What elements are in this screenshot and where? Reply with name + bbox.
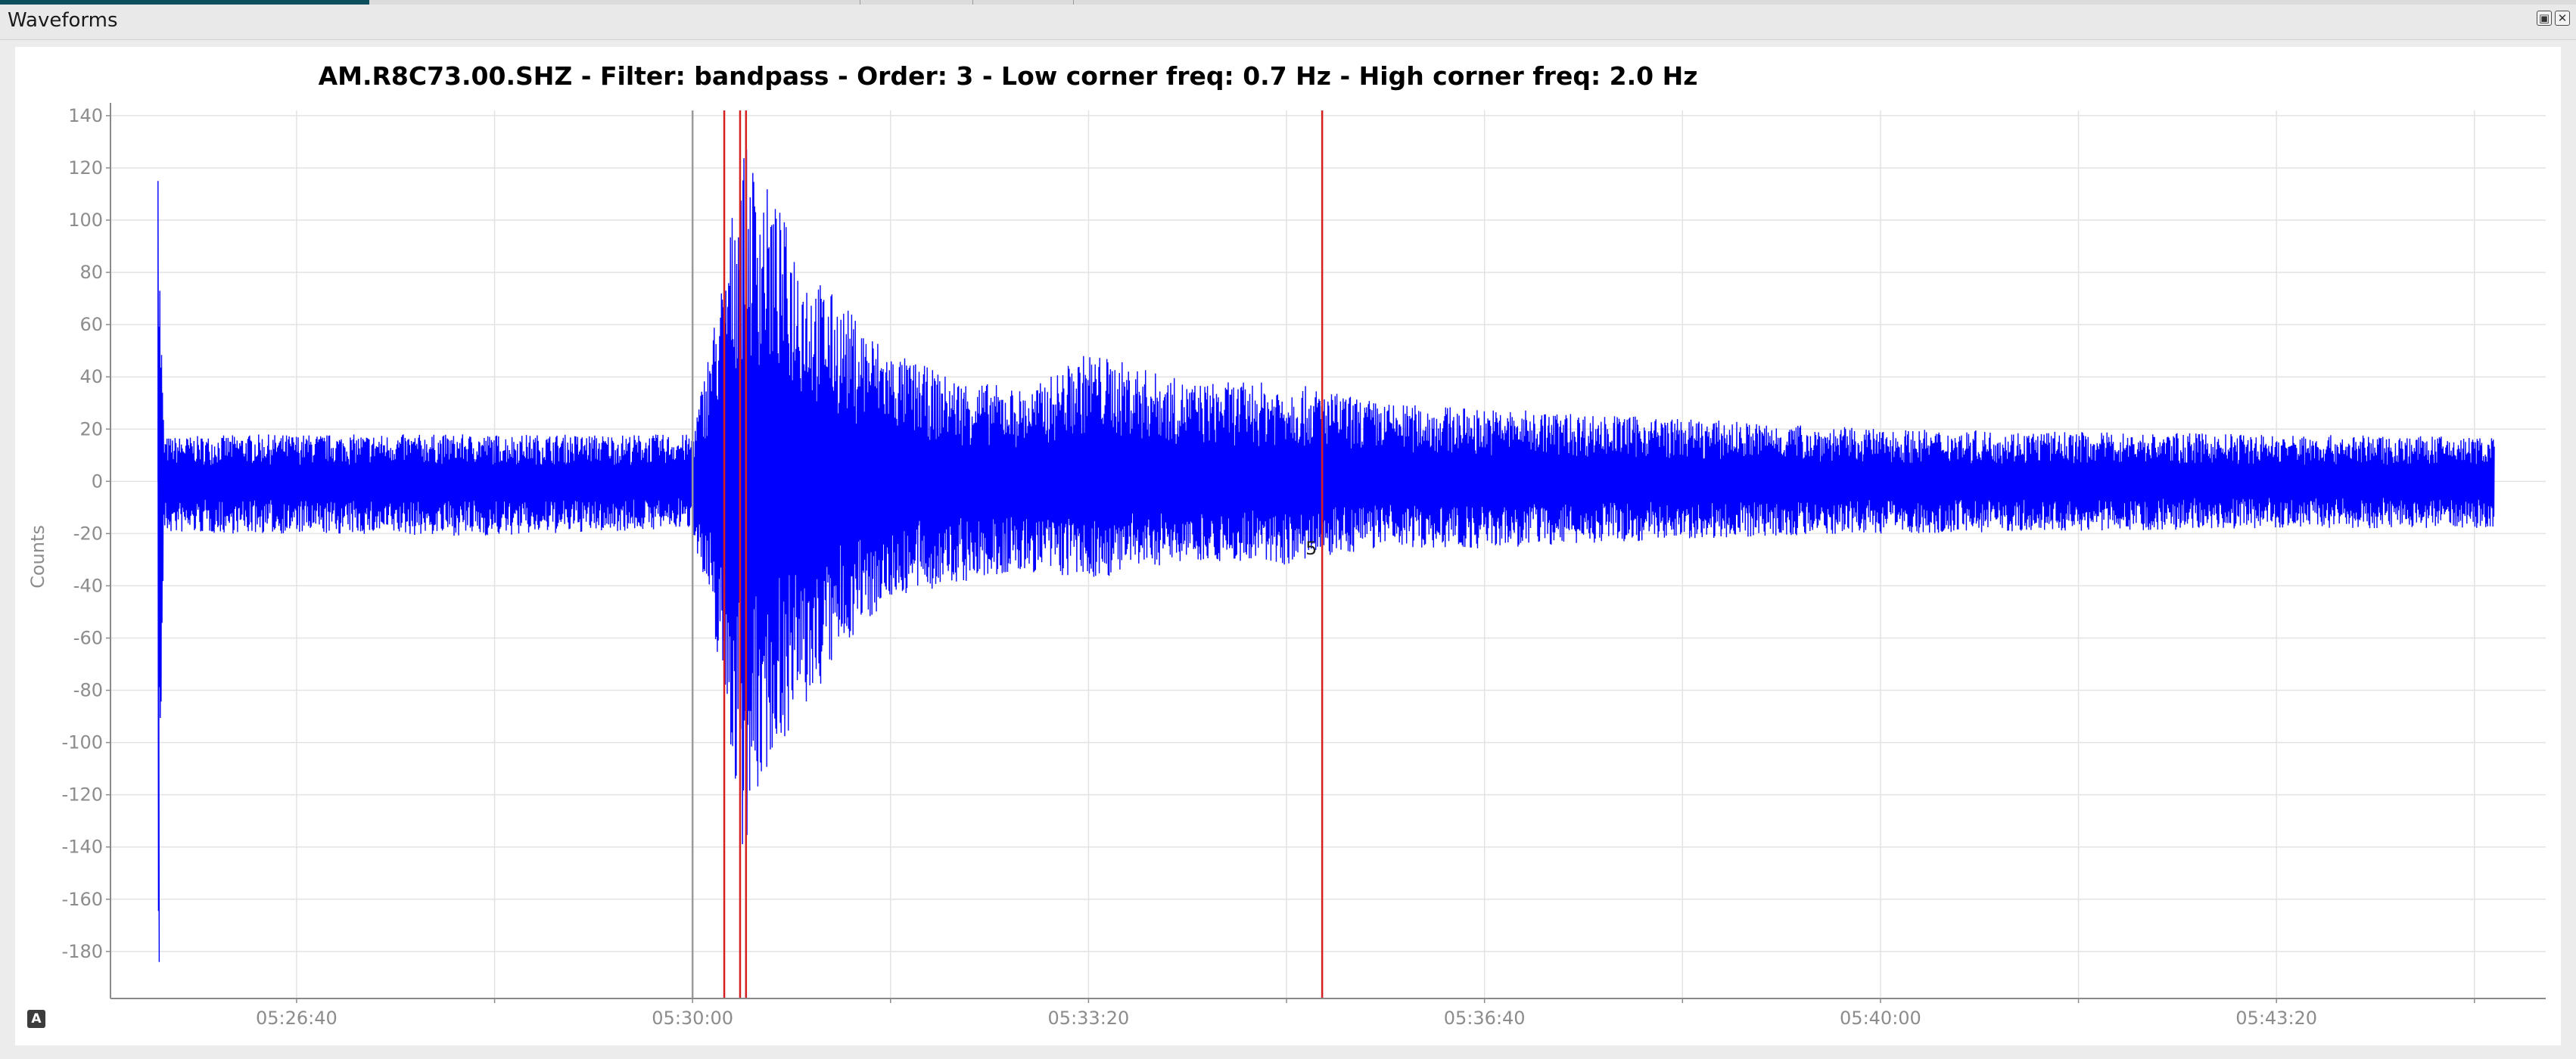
close-icon[interactable]: ✕ bbox=[2555, 11, 2570, 26]
y-tick-label: -100 bbox=[62, 732, 103, 753]
x-tick-label: 05:30:00 bbox=[652, 1008, 733, 1029]
y-tick-label: -180 bbox=[62, 941, 103, 962]
phase-pick-label: 5 bbox=[1305, 538, 1317, 559]
y-tick-label: 120 bbox=[68, 157, 103, 179]
y-axis-label: Counts bbox=[27, 525, 48, 589]
axes: 140 120 100 80 60 40 20 0 -20 -40 -60 -80 -100 -120 -1… bbox=[62, 103, 2546, 1029]
float-icon[interactable]: ▣ bbox=[2537, 11, 2552, 26]
autoscale-icon[interactable]: A bbox=[27, 1010, 45, 1028]
y-tick-label: -40 bbox=[73, 575, 103, 596]
waveform-chart[interactable]: 5 140 120 100 80 60 40 20 0 -20 -40 -60 -80 -100 -120… bbox=[15, 47, 2561, 1045]
x-tick-label: 05:36:40 bbox=[1444, 1008, 1526, 1029]
window-title: Waveforms bbox=[8, 9, 118, 32]
chart-title: AM.R8C73.00.SHZ - Filter: bandpass - Ord… bbox=[319, 61, 1698, 91]
trace-layer bbox=[157, 149, 2495, 962]
y-tick-label: 20 bbox=[79, 418, 103, 439]
grid bbox=[110, 110, 2546, 998]
y-tick-label: 0 bbox=[92, 470, 103, 492]
y-tick-label: 140 bbox=[68, 105, 103, 126]
y-tick-label: -20 bbox=[73, 523, 103, 544]
y-tick-label: -160 bbox=[62, 889, 103, 910]
y-tick-label: 80 bbox=[79, 262, 103, 283]
waveform-plot-panel[interactable]: 5 140 120 100 80 60 40 20 0 -20 -40 -60 -80 -100 -120… bbox=[15, 47, 2561, 1045]
x-tick-label: 05:26:40 bbox=[256, 1008, 338, 1029]
waveforms-titlebar[interactable]: Waveforms ▣ ✕ bbox=[0, 5, 2576, 40]
x-tick-label: 05:43:20 bbox=[2235, 1008, 2317, 1029]
y-tick-label: 60 bbox=[79, 314, 103, 335]
x-tick-label: 05:40:00 bbox=[1840, 1008, 1921, 1029]
y-tick-label: -60 bbox=[73, 627, 103, 648]
y-tick-label: 40 bbox=[79, 366, 103, 387]
waveform-trace bbox=[157, 149, 2495, 962]
y-tick-label: -80 bbox=[73, 680, 103, 701]
y-tick-label: 100 bbox=[68, 210, 103, 231]
x-tick-label: 05:33:20 bbox=[1048, 1008, 1130, 1029]
y-tick-label: -120 bbox=[62, 784, 103, 806]
y-tick-label: -140 bbox=[62, 837, 103, 858]
